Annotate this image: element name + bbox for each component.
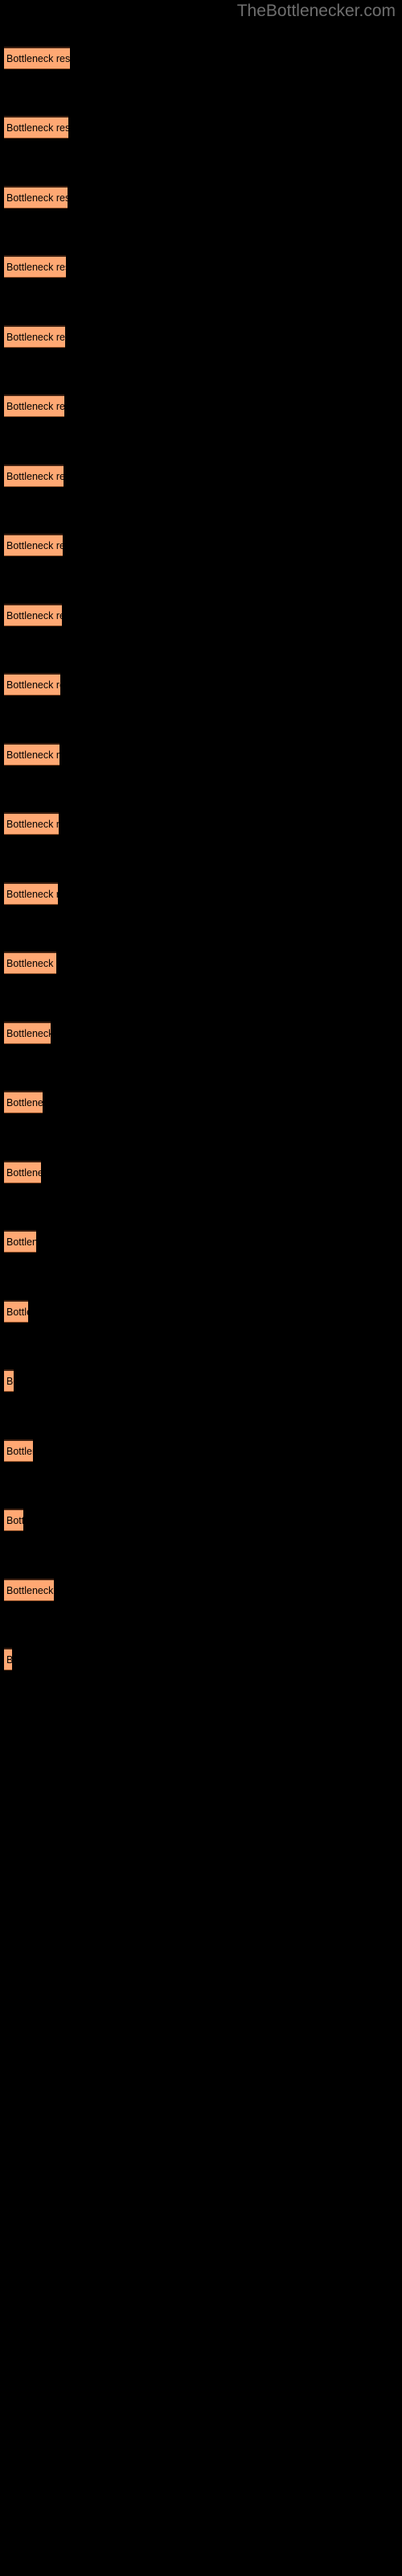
bar-label: Bottleneck result [6, 749, 59, 761]
bar-label: Bottleneck result [6, 401, 64, 412]
chart-bar[interactable]: Bottleneck result [4, 116, 68, 138]
chart-bar[interactable]: Bottleneck result [4, 1439, 33, 1462]
bar-label: Bottleneck result [6, 679, 60, 691]
chart-bar[interactable]: Bottleneck result [4, 1230, 36, 1253]
bar-label: Bottleneck result [6, 1236, 36, 1248]
bar-label: Bottleneck result [6, 1376, 14, 1387]
chart-bar[interactable]: Bottleneck result [4, 952, 56, 974]
chart-bar[interactable]: Bottleneck result [4, 394, 64, 417]
bar-label: Bottleneck result [6, 1515, 23, 1526]
bar-label: Bottleneck result [6, 540, 63, 551]
chart-bar[interactable]: Bottleneck result [4, 673, 60, 696]
chart-bar[interactable]: Bottleneck result [4, 812, 59, 835]
chart-bar[interactable]: Bottleneck result [4, 1022, 51, 1044]
chart-bar[interactable]: Bottleneck result [4, 325, 65, 348]
bottleneck-bar-chart: Bottleneck result Bottleneck result Bottle… [0, 0, 402, 1771]
chart-bar[interactable]: Bottleneck result [4, 186, 68, 208]
chart-bar[interactable]: Bottleneck result [4, 534, 63, 556]
chart-bar[interactable]: Bottleneck result [4, 1300, 28, 1323]
bar-label: Bottleneck result [6, 332, 65, 343]
chart-bar[interactable]: Bottleneck result [4, 1369, 14, 1392]
bar-label: Bottleneck result [6, 958, 56, 969]
chart-bar[interactable]: Bottleneck result [4, 255, 66, 278]
chart-bar[interactable]: Bottleneck result [4, 1579, 54, 1601]
chart-bar[interactable]: Bottleneck result [4, 464, 64, 487]
bar-label: Bottleneck result [6, 1097, 43, 1108]
chart-bar[interactable]: Bottleneck result [4, 882, 58, 905]
bar-label: Bottleneck result [6, 192, 68, 204]
chart-bar[interactable]: Bottleneck result [4, 1648, 12, 1670]
page-root: TheBottlenecker.com Bottleneck resultBot… [0, 0, 402, 2576]
bar-label: Bottleneck result [6, 889, 58, 900]
bar-label: Bottleneck result [6, 1652, 12, 1669]
bar-label: Bottleneck result [6, 610, 62, 621]
chart-bar[interactable]: Bottleneck result [4, 1091, 43, 1113]
bar-label: Bottleneck result [6, 1585, 54, 1596]
bar-label: Bottleneck result [6, 262, 66, 273]
chart-bar[interactable]: Bottleneck result [4, 1161, 41, 1183]
bar-label: Bottleneck result [6, 122, 68, 134]
chart-bar[interactable]: Bottleneck result [4, 47, 70, 69]
chart-bar[interactable]: Bottleneck result [4, 1509, 23, 1531]
bar-label: Bottleneck result [6, 1446, 33, 1457]
chart-bar[interactable]: Bottleneck result [4, 604, 62, 626]
bar-label: Bottleneck result [6, 819, 59, 830]
bar-label: Bottleneck result [6, 1167, 41, 1179]
bar-label: Bottleneck result [6, 471, 64, 482]
bar-label: Bottleneck result [6, 1028, 51, 1039]
bar-label: Bottleneck result [6, 1307, 28, 1318]
chart-bar[interactable]: Bottleneck result [4, 743, 59, 766]
bar-label: Bottleneck result [6, 53, 70, 64]
